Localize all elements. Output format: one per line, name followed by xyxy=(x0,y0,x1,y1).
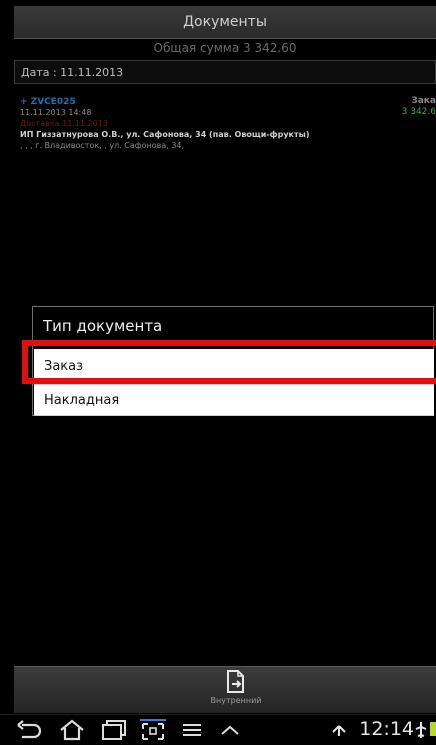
document-sum: 3 342.6 xyxy=(401,107,436,117)
total-sum-label: Общая сумма 3 342.60 xyxy=(153,41,297,55)
document-export-icon xyxy=(227,670,244,693)
selection-highlight-box xyxy=(22,340,436,384)
page-title: Документы xyxy=(183,14,267,30)
menu-icon[interactable] xyxy=(180,719,204,741)
dialog-title: Тип документа xyxy=(43,317,163,335)
usb-debug-icon xyxy=(332,725,346,736)
back-icon[interactable] xyxy=(16,719,42,741)
title-bar: Документы xyxy=(14,6,436,39)
document-address: , , , г. Владивосток, , ул. Сафонова, 34… xyxy=(20,141,185,150)
airplane-mode-icon xyxy=(415,722,427,738)
document-list-item[interactable]: + ZVCE025 Зака 11.11.2013 14:48 3 342.6 … xyxy=(20,96,436,151)
battery-icon xyxy=(430,722,436,736)
document-client: ИП Гиззатнурова О.В., ул. Сафонова, 34 (… xyxy=(20,130,310,139)
internal-button-label: Внутренний xyxy=(210,696,262,705)
chevron-up-icon[interactable] xyxy=(218,719,242,741)
app-screen: Документы Общая сумма 3 342.60 Дата : 11… xyxy=(0,0,436,714)
document-delivery: Доставка 11.11.2013 xyxy=(20,119,108,128)
document-code: + ZVCE025 xyxy=(20,97,76,107)
option-invoice[interactable]: Накладная xyxy=(34,385,434,416)
screenshot-icon[interactable] xyxy=(140,719,166,741)
internal-button[interactable]: Внутренний xyxy=(204,670,268,710)
bottom-toolbar: Внутренний xyxy=(14,666,436,713)
recent-apps-icon[interactable] xyxy=(100,719,128,741)
home-icon[interactable] xyxy=(58,719,86,741)
date-filter[interactable]: Дата : 11.11.2013 xyxy=(14,60,436,84)
document-datetime: 11.11.2013 14:48 xyxy=(20,108,92,117)
system-navbar: 12:14 xyxy=(0,714,436,745)
clock: 12:14 xyxy=(359,718,414,740)
document-type: Зака xyxy=(411,96,436,106)
